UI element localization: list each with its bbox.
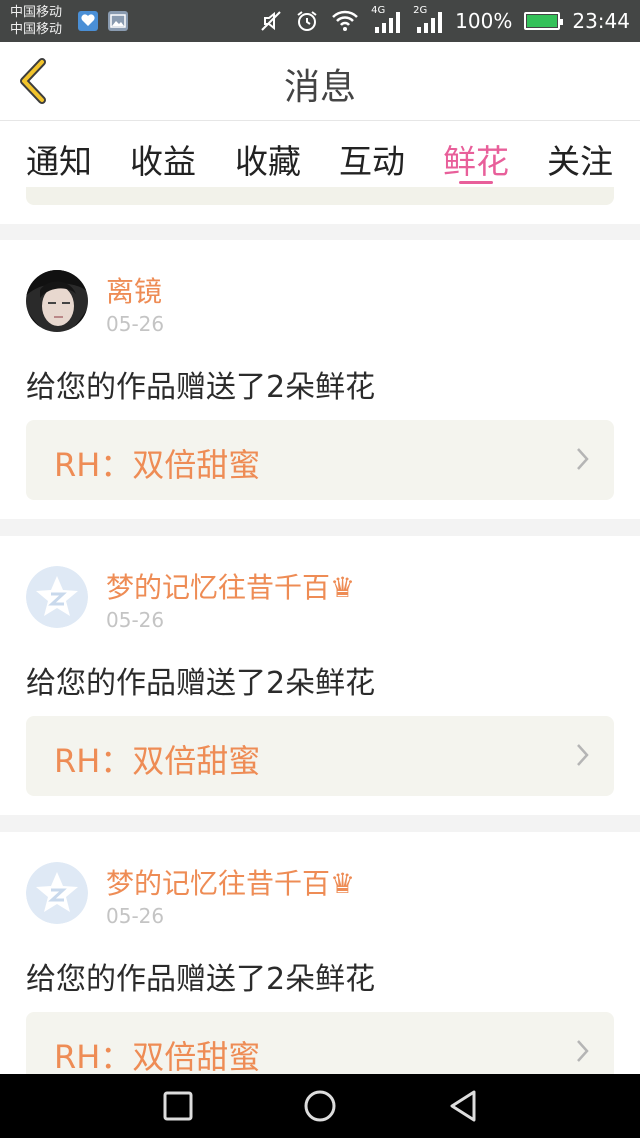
tab-following[interactable]: 关注 [547,135,613,183]
tab-interactions[interactable]: 互动 [339,135,405,183]
status-bar: 中国移动 中国移动 4G 2G 100% 23:44 [0,0,640,42]
list-item: 梦的记忆往昔千百♛ 05-26 给您的作品赠送了2朵鲜花 RH：双倍甜蜜 [0,832,640,1074]
work-link[interactable]: RH：双倍甜蜜 [26,420,614,500]
chevron-right-icon [577,744,589,766]
battery-percent: 100% [455,9,513,33]
previous-card-fragment [0,187,640,224]
message-text: 给您的作品赠送了2朵鲜花 [26,666,376,701]
carrier-2: 中国移动 [10,22,63,37]
default-star-avatar-icon [26,566,88,628]
message-date: 05-26 [106,904,165,928]
message-list: 离镜 05-26 给您的作品赠送了2朵鲜花 RH：双倍甜蜜 梦的记忆往昔千百♛ … [0,187,640,1074]
network-4g-label: 4G [371,5,386,16]
app-notification-icon [78,11,98,31]
back-triangle-icon[interactable] [446,1088,480,1124]
signal-4g-icon: 4G [371,5,401,33]
wifi-icon [332,10,359,31]
tab-notifications[interactable]: 通知 [26,135,92,183]
avatar[interactable] [26,270,88,332]
work-title: RH：双倍甜蜜 [54,1038,261,1074]
sender-name[interactable]: 梦的记忆往昔千百♛ [106,566,355,606]
tab-favorites[interactable]: 收藏 [235,135,301,183]
list-item: 梦的记忆往昔千百♛ 05-26 给您的作品赠送了2朵鲜花 RH：双倍甜蜜 [0,536,640,815]
sender-name[interactable]: 梦的记忆往昔千百♛ [106,862,355,902]
network-2g-label: 2G [413,5,428,16]
message-text: 给您的作品赠送了2朵鲜花 [26,370,376,405]
mute-icon [261,11,281,31]
previous-work-box [26,187,614,205]
recents-icon[interactable] [162,1088,194,1122]
gallery-notification-icon [108,11,128,31]
message-text: 给您的作品赠送了2朵鲜花 [26,962,376,997]
work-link[interactable]: RH：双倍甜蜜 [26,716,614,796]
signal-2g-icon: 2G [413,5,443,33]
clock: 23:44 [572,9,630,33]
header: 消息 [0,42,640,121]
chevron-right-icon [577,1040,589,1062]
battery-icon [524,12,564,30]
tab-bar: 通知 收益 收藏 互动 鲜花 关注 [0,121,640,187]
tab-flowers[interactable]: 鲜花 [443,135,509,183]
default-star-avatar-icon [26,862,88,924]
sender-name[interactable]: 离镜 [106,270,162,310]
tab-earnings[interactable]: 收益 [130,135,196,183]
work-title: RH：双倍甜蜜 [54,446,261,484]
work-title: RH：双倍甜蜜 [54,742,261,780]
avatar[interactable] [26,566,88,628]
message-date: 05-26 [106,312,165,336]
home-icon[interactable] [302,1088,338,1124]
avatar[interactable] [26,862,88,924]
alarm-icon [297,11,317,31]
list-item: 离镜 05-26 给您的作品赠送了2朵鲜花 RH：双倍甜蜜 [0,240,640,519]
photo-avatar-icon [26,270,88,332]
message-date: 05-26 [106,608,165,632]
page-title: 消息 [283,67,356,108]
carrier-1: 中国移动 [10,5,63,20]
system-nav-bar [0,1074,640,1138]
work-link[interactable]: RH：双倍甜蜜 [26,1012,614,1074]
carrier-info: 中国移动 中国移动 [10,4,62,38]
chevron-right-icon [577,448,589,470]
active-tab-indicator [459,181,493,184]
